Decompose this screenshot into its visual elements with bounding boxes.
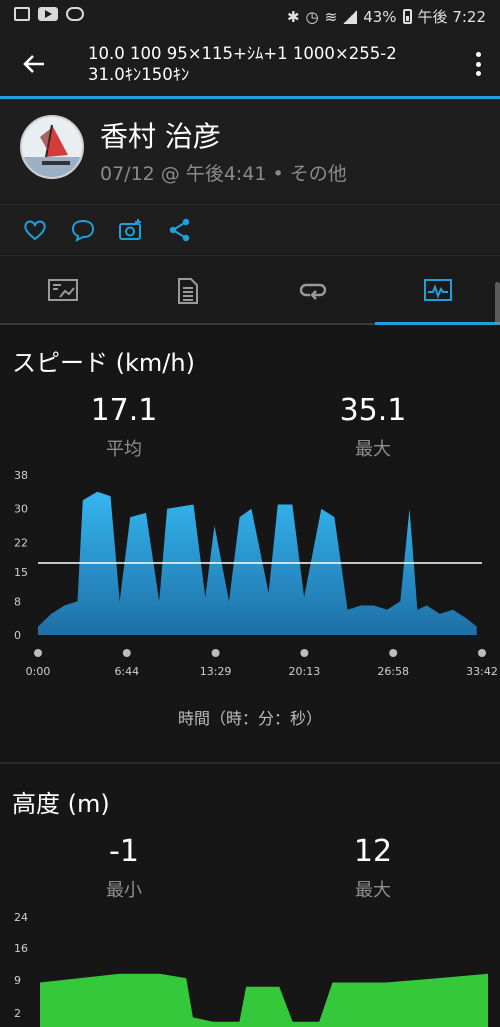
activity-tabs (0, 255, 500, 325)
speed-x-tick-label: 6:44 (114, 665, 139, 678)
tab-laps[interactable] (250, 256, 375, 326)
speed-avg-label: 平均 (106, 439, 142, 460)
speed-y-tick-label: 0 (14, 629, 21, 642)
avatar-windsurf-image (22, 117, 82, 177)
tab-summary[interactable] (0, 256, 125, 326)
status-bar: ✱ ◷ ≋ 43% 午後 7:22 (0, 0, 500, 32)
speed-x-tick-dot (478, 649, 486, 657)
share-icon[interactable] (167, 217, 193, 243)
battery-percent: 43% (363, 7, 397, 26)
speed-x-tick-dot (389, 649, 398, 657)
speed-x-tick-dot (300, 649, 309, 657)
back-arrow-glyph (23, 55, 44, 73)
speed-title: スピード (km/h) (12, 349, 195, 377)
elevation-area-series (40, 973, 488, 1027)
speed-max-value: 35.1 (339, 393, 407, 428)
speed-x-tick-label: 0:00 (26, 665, 51, 678)
speed-x-tick-dot (211, 649, 220, 657)
hotspot-notification-icon (66, 7, 84, 21)
summary-chart-icon (47, 279, 78, 301)
elevation-min-label: 最小 (106, 880, 142, 901)
elevation-y-tick-label: 24 (14, 911, 28, 924)
tab-details[interactable] (125, 256, 250, 326)
laps-loop-icon (299, 283, 326, 300)
details-list-icon (177, 278, 198, 304)
activity-header: 香村 治彦 07/12 @ 午後4:41 • その他 (0, 99, 500, 203)
avatar[interactable] (20, 115, 84, 179)
heart-icon[interactable] (22, 217, 48, 243)
tab-graphs[interactable] (375, 256, 500, 326)
elevation-max-value: 12 (353, 834, 393, 869)
activity-meta: 07/12 @ 午後4:41 • その他 (100, 159, 347, 186)
youtube-notification-icon (38, 7, 58, 21)
speed-y-tick-label: 8 (14, 595, 21, 608)
clock: 午後 7:22 (417, 8, 486, 26)
speed-avg-value: 17.1 (90, 393, 158, 428)
speed-x-tick-dot (122, 649, 131, 657)
bluetooth-icon: ✱ (286, 7, 300, 26)
elevation-y-tick-label: 2 (14, 1007, 21, 1020)
elevation-title: 高度 (m) (12, 790, 110, 818)
back-arrow-icon[interactable] (20, 50, 48, 78)
elevation-chart: 24 16 9 2 (14, 911, 488, 1027)
speed-max-label: 最大 (355, 439, 391, 460)
speed-y-tick-label: 30 (14, 503, 28, 516)
action-bar (0, 204, 500, 254)
speed-y-tick-label: 15 (14, 566, 28, 579)
graph-pulse-icon (423, 279, 452, 301)
activity-date: 07/12 @ 午後4:41 (100, 163, 267, 185)
gallery-notification-icon (14, 7, 30, 21)
wifi-icon: ≋ (324, 7, 338, 26)
speed-chart: 38 30 22 15 8 0 0:00 6:44 13:29 20:13 26:58 33:42 (14, 469, 498, 678)
alarm-icon: ◷ (305, 7, 319, 26)
overflow-menu-icon[interactable] (474, 52, 482, 76)
signal-icon (343, 9, 358, 24)
activity-title: 10.0 100 95×115+ｼﾑ+1 1000×255-2 31.0ｷﾝ15… (88, 43, 448, 85)
meta-separator: • (272, 163, 284, 185)
speed-x-tick-dot (34, 649, 42, 657)
speed-x-tick-label: 26:58 (377, 665, 409, 678)
activity-title-line1: 10.0 100 95×115+ｼﾑ+1 1000×255-2 (88, 44, 397, 63)
comment-icon[interactable] (70, 217, 96, 243)
activity-category: その他 (289, 163, 347, 185)
elevation-y-tick-label: 16 (14, 942, 28, 955)
athlete-name: 香村 治彦 (100, 120, 221, 153)
speed-x-tick-label: 13:29 (200, 665, 232, 678)
camera-add-icon[interactable] (118, 217, 144, 243)
app-bar: 10.0 100 95×115+ｼﾑ+1 1000×255-2 31.0ｷﾝ15… (0, 32, 500, 96)
elevation-min-value: -1 (109, 834, 139, 869)
battery-icon (402, 9, 412, 24)
speed-time-axis-label: 時間（時：分：秒） (177, 709, 322, 728)
speed-y-tick-label: 22 (14, 536, 28, 549)
elevation-max-label: 最大 (355, 880, 391, 901)
activity-title-line2: 31.0ｷﾝ150ｷﾝ (88, 65, 190, 84)
elevation-y-tick-label: 9 (14, 974, 21, 987)
speed-x-tick-label: 33:42 (466, 665, 498, 678)
speed-y-tick-label: 38 (14, 469, 28, 482)
speed-x-tick-label: 20:13 (289, 665, 321, 678)
